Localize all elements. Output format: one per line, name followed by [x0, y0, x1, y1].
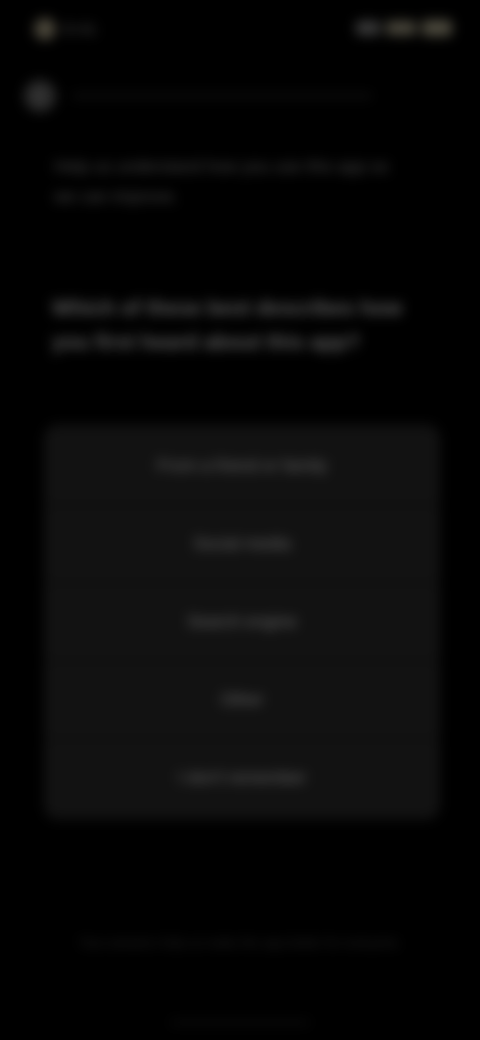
option-button[interactable]: Search engine	[44, 586, 440, 658]
wifi-icon	[356, 21, 380, 35]
top-bar	[0, 72, 480, 120]
option-button[interactable]: I don't remember	[44, 742, 440, 814]
intro-text: Help us understand how you use this app …	[54, 157, 389, 206]
option-button[interactable]: Social media	[44, 508, 440, 580]
option-button[interactable]: From a friend or family	[44, 430, 440, 502]
screen: 9:41 Help us understand how you use this…	[0, 0, 480, 1040]
home-indicator	[170, 1020, 310, 1025]
option-button[interactable]: Other	[44, 664, 440, 736]
signal-icon	[386, 21, 416, 35]
back-icon[interactable]	[24, 80, 56, 112]
status-time: 9:41	[64, 20, 98, 38]
status-icons	[356, 20, 452, 36]
battery-icon	[422, 20, 452, 36]
app-logo-icon	[34, 18, 56, 40]
question-text: Which of these best describes how you fi…	[52, 297, 403, 354]
status-bar: 9:41	[0, 0, 480, 60]
options-list: From a friend or family Social media Sea…	[44, 424, 440, 820]
footer-text: Your answers help us make the app better…	[78, 935, 402, 950]
progress-track	[72, 94, 372, 98]
status-left: 9:41	[34, 18, 97, 40]
chevron-left-icon	[35, 90, 43, 102]
